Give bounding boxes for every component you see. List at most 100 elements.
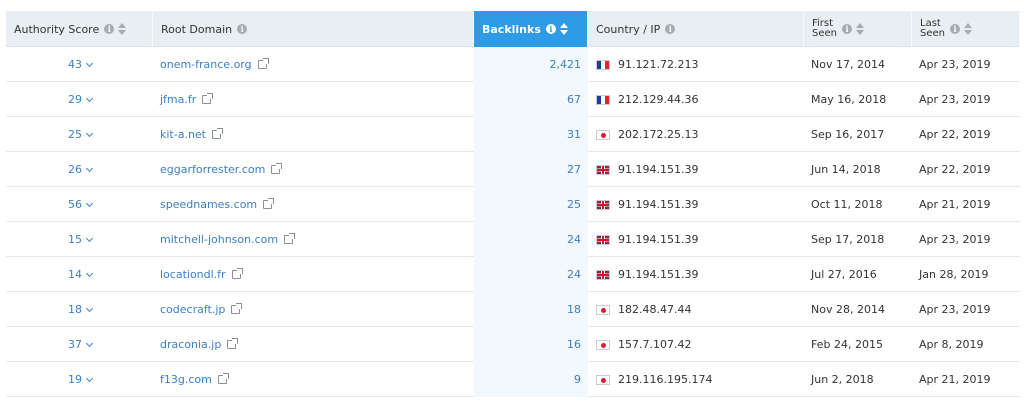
authority-score-dropdown[interactable]: 19 bbox=[6, 362, 94, 397]
country-ip: 91.194.151.39 bbox=[596, 187, 698, 222]
chevron-down-icon bbox=[85, 94, 94, 102]
backlinks-count[interactable]: 25 bbox=[474, 187, 581, 222]
last-seen-date: Apr 22, 2019 bbox=[919, 163, 991, 176]
sort-icon[interactable] bbox=[964, 23, 972, 35]
authority-score-dropdown[interactable]: 18 bbox=[6, 292, 94, 327]
root-domain-link[interactable]: codecraft.jp bbox=[160, 292, 243, 327]
japan-flag-icon bbox=[596, 304, 610, 315]
table-row: 25 kit-a.net 31 202.172.25.13 Sep 16, 20… bbox=[6, 117, 1020, 152]
first-seen-date: Jul 27, 2016 bbox=[811, 268, 877, 281]
first-seen-date: Sep 17, 2018 bbox=[811, 233, 885, 246]
root-domain-link[interactable]: kit-a.net bbox=[160, 117, 223, 152]
authority-score-dropdown[interactable]: 56 bbox=[6, 187, 94, 222]
external-link-icon[interactable] bbox=[217, 373, 229, 384]
country-ip: 212.129.44.36 bbox=[596, 82, 698, 117]
root-domain-link[interactable]: eggarforrester.com bbox=[160, 152, 283, 187]
backlinks-count[interactable]: 2,421 bbox=[474, 47, 582, 82]
info-icon[interactable]: i bbox=[237, 24, 248, 34]
first-seen-date: Jun 14, 2018 bbox=[811, 163, 881, 176]
external-link-icon[interactable] bbox=[231, 303, 243, 314]
last-seen-date: Apr 23, 2019 bbox=[919, 233, 991, 246]
last-seen-date: Apr 23, 2019 bbox=[919, 58, 991, 71]
authority-score-dropdown[interactable]: 26 bbox=[6, 152, 94, 187]
sort-icon[interactable] bbox=[559, 23, 568, 35]
country-ip: 182.48.47.44 bbox=[596, 292, 691, 327]
column-header-first-seen[interactable]: First Seen i bbox=[804, 11, 912, 47]
last-seen-date: Jan 28, 2019 bbox=[919, 268, 989, 281]
chevron-down-icon bbox=[85, 199, 94, 207]
last-seen-date: Apr 23, 2019 bbox=[919, 303, 991, 316]
first-seen-date: Nov 17, 2014 bbox=[811, 58, 885, 71]
country-ip: 219.116.195.174 bbox=[596, 362, 712, 397]
japan-flag-icon bbox=[596, 339, 610, 350]
info-icon[interactable]: i bbox=[842, 24, 852, 34]
authority-score-dropdown[interactable]: 25 bbox=[6, 117, 94, 152]
backlinks-count[interactable]: 31 bbox=[474, 117, 581, 152]
last-seen-date: Apr 22, 2019 bbox=[919, 128, 991, 141]
first-seen-date: May 16, 2018 bbox=[811, 93, 887, 106]
backlinks-count[interactable]: 24 bbox=[474, 257, 581, 292]
table-row: 26 eggarforrester.com 27 91.194.151.39 J… bbox=[6, 152, 1020, 187]
authority-score-dropdown[interactable]: 29 bbox=[6, 82, 94, 117]
table-row: 37 draconia.jp 16 157.7.107.42 Feb 24, 2… bbox=[6, 327, 1020, 362]
uk-flag-icon bbox=[596, 234, 610, 245]
root-domain-link[interactable]: jfma.fr bbox=[160, 82, 214, 117]
external-link-icon[interactable] bbox=[284, 233, 296, 244]
column-header-last-seen[interactable]: Last Seen i bbox=[912, 11, 1020, 47]
sort-icon[interactable] bbox=[856, 23, 864, 35]
country-ip: 91.121.72.213 bbox=[596, 47, 698, 82]
france-flag-icon bbox=[596, 59, 610, 70]
authority-score-dropdown[interactable]: 14 bbox=[6, 257, 94, 292]
country-ip: 202.172.25.13 bbox=[596, 117, 698, 152]
external-link-icon[interactable] bbox=[271, 163, 283, 174]
sort-icon[interactable] bbox=[118, 23, 127, 35]
external-link-icon[interactable] bbox=[231, 268, 243, 279]
table-row: 19 f13g.com 9 219.116.195.174 Jun 2, 201… bbox=[6, 362, 1020, 397]
external-link-icon[interactable] bbox=[212, 128, 223, 139]
column-header-authority-score[interactable]: Authority Score i bbox=[6, 11, 153, 47]
authority-score-dropdown[interactable]: 37 bbox=[6, 327, 94, 362]
external-link-icon[interactable] bbox=[227, 338, 239, 349]
external-link-icon[interactable] bbox=[257, 58, 269, 69]
country-ip: 157.7.107.42 bbox=[596, 327, 691, 362]
backlinks-count[interactable]: 27 bbox=[474, 152, 581, 187]
first-seen-date: Oct 11, 2018 bbox=[811, 198, 883, 211]
backlinks-count[interactable]: 9 bbox=[474, 362, 581, 397]
last-seen-date: Apr 21, 2019 bbox=[919, 373, 991, 386]
info-icon[interactable]: i bbox=[545, 24, 556, 34]
column-header-backlinks[interactable]: Backlinks i bbox=[474, 11, 588, 47]
root-domain-link[interactable]: speednames.com bbox=[160, 187, 275, 222]
authority-score-dropdown[interactable]: 43 bbox=[6, 47, 94, 82]
external-link-icon[interactable] bbox=[202, 93, 214, 104]
backlinks-count[interactable]: 18 bbox=[474, 292, 581, 327]
first-seen-date: Feb 24, 2015 bbox=[811, 338, 883, 351]
authority-score-dropdown[interactable]: 15 bbox=[6, 222, 94, 257]
info-icon[interactable]: i bbox=[665, 24, 676, 34]
japan-flag-icon bbox=[596, 129, 610, 140]
chevron-down-icon bbox=[85, 374, 94, 382]
country-ip: 91.194.151.39 bbox=[596, 152, 698, 187]
backlinks-count[interactable]: 67 bbox=[474, 82, 581, 117]
root-domain-link[interactable]: mitchell-johnson.com bbox=[160, 222, 296, 257]
chevron-down-icon bbox=[85, 129, 94, 137]
table-row: 29 jfma.fr 67 212.129.44.36 May 16, 2018… bbox=[6, 82, 1020, 117]
backlinks-count[interactable]: 24 bbox=[474, 222, 581, 257]
japan-flag-icon bbox=[596, 374, 610, 385]
root-domain-link[interactable]: f13g.com bbox=[160, 362, 229, 397]
external-link-icon[interactable] bbox=[263, 198, 275, 209]
last-seen-date: Apr 21, 2019 bbox=[919, 198, 991, 211]
root-domain-link[interactable]: draconia.jp bbox=[160, 327, 239, 362]
root-domain-link[interactable]: onem-france.org bbox=[160, 47, 269, 82]
column-header-country-ip[interactable]: Country / IP i bbox=[588, 11, 804, 47]
chevron-down-icon bbox=[85, 164, 94, 172]
backlinks-count[interactable]: 16 bbox=[474, 327, 581, 362]
column-header-root-domain[interactable]: Root Domain i bbox=[153, 11, 474, 47]
table-row: 56 speednames.com 25 91.194.151.39 Oct 1… bbox=[6, 187, 1020, 222]
last-seen-date: Apr 8, 2019 bbox=[919, 338, 984, 351]
info-icon[interactable]: i bbox=[104, 24, 115, 34]
chevron-down-icon bbox=[85, 269, 94, 277]
first-seen-date: Nov 28, 2014 bbox=[811, 303, 885, 316]
info-icon[interactable]: i bbox=[950, 24, 960, 34]
root-domain-link[interactable]: locationdl.fr bbox=[160, 257, 243, 292]
last-seen-date: Apr 23, 2019 bbox=[919, 93, 991, 106]
